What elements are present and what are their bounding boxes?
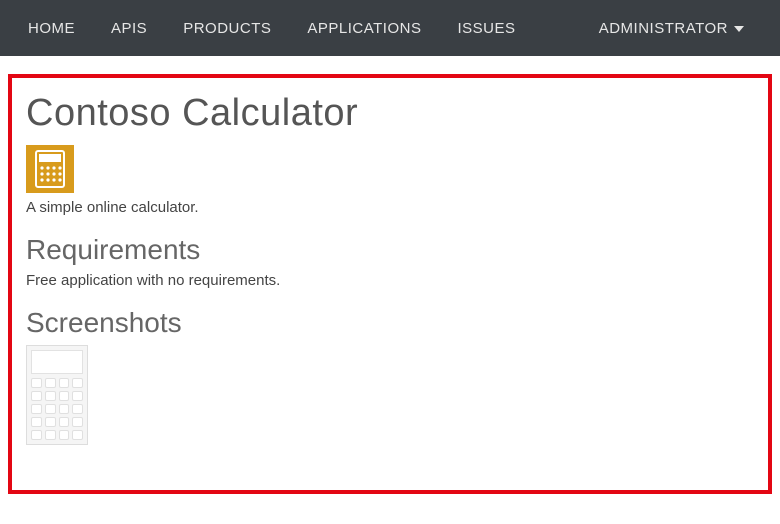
app-description: A simple online calculator. (26, 199, 754, 216)
calculator-thumbnail-keypad (31, 378, 83, 440)
app-title: Contoso Calculator (26, 92, 754, 135)
requirements-heading: Requirements (26, 234, 754, 266)
nav-item-products[interactable]: PRODUCTS (165, 2, 289, 55)
top-nav-left: HOME APIS PRODUCTS APPLICATIONS ISSUES (18, 2, 533, 55)
calculator-thumbnail-display (31, 350, 83, 374)
nav-item-administrator[interactable]: ADMINISTRATOR (589, 2, 762, 55)
admin-label: ADMINISTRATOR (599, 20, 728, 37)
page-area: Contoso Calculator A simple online calcu… (0, 56, 780, 502)
requirements-text: Free application with no requirements. (26, 272, 754, 289)
top-nav: HOME APIS PRODUCTS APPLICATIONS ISSUES A… (0, 0, 780, 56)
nav-item-apis[interactable]: APIS (93, 2, 165, 55)
app-detail-panel: Contoso Calculator A simple online calcu… (8, 74, 772, 494)
nav-item-applications[interactable]: APPLICATIONS (289, 2, 439, 55)
calculator-icon (35, 150, 65, 188)
nav-item-issues[interactable]: ISSUES (439, 2, 533, 55)
screenshots-heading: Screenshots (26, 307, 754, 339)
top-nav-right: ADMINISTRATOR (589, 2, 762, 55)
app-icon-badge (26, 145, 74, 193)
chevron-down-icon (734, 26, 744, 32)
screenshot-thumbnail[interactable] (26, 345, 88, 445)
nav-item-home[interactable]: HOME (18, 2, 93, 55)
